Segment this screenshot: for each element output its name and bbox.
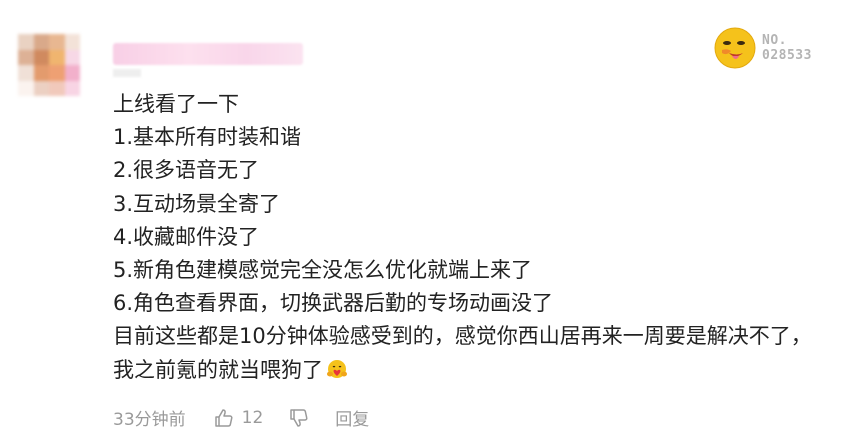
- dislike-button[interactable]: [289, 408, 309, 428]
- reply-button[interactable]: 回复: [335, 405, 369, 430]
- username-blurred[interactable]: [113, 43, 303, 65]
- comment-line: 3.互动场景全寄了: [113, 191, 281, 216]
- comment-line: 上线看了一下: [113, 92, 239, 116]
- fan-badge-number: NO. 028533: [762, 33, 812, 63]
- comment-card: NO. 028533 上线看了一下 1.基本所有时装和谐 2.很多语音无了 3.…: [0, 0, 865, 448]
- duck-face-icon: [713, 26, 757, 70]
- thumbs-down-icon: [290, 408, 308, 427]
- comment-footer: 33分钟前 12 回复: [113, 405, 369, 431]
- avatar[interactable]: [18, 34, 80, 96]
- comment-time: 33分钟前: [113, 410, 186, 430]
- badge-prefix: NO.: [762, 33, 787, 48]
- comment-line: 目前这些都是10分钟体验感受到的，感觉你西山居再来一周要是解决不了，: [113, 324, 812, 349]
- user-meta-blurred: [113, 69, 141, 77]
- hug-emoji-icon: [325, 358, 349, 382]
- comment-text: 上线看了一下 1.基本所有时装和谐 2.很多语音无了 3.互动场景全寄了 4.收…: [113, 88, 853, 387]
- comment-line: 6.角色查看界面，切换武器后勤的专场动画没了: [113, 291, 554, 316]
- badge-number: 028533: [762, 48, 812, 63]
- like-button[interactable]: 12: [214, 407, 264, 428]
- like-count: 12: [241, 407, 264, 428]
- thumbs-up-icon: [214, 408, 233, 427]
- fan-badge[interactable]: NO. 028533: [713, 26, 812, 70]
- comment-line: 我之前氪的就当喂狗了: [113, 354, 853, 387]
- comment-line: 5.新角色建模感觉完全没怎么优化就端上来了: [113, 257, 533, 282]
- comment-line: 2.很多语音无了: [113, 158, 260, 183]
- comment-line: 1.基本所有时装和谐: [113, 125, 302, 150]
- comment-line: 4.收藏邮件没了: [113, 224, 260, 249]
